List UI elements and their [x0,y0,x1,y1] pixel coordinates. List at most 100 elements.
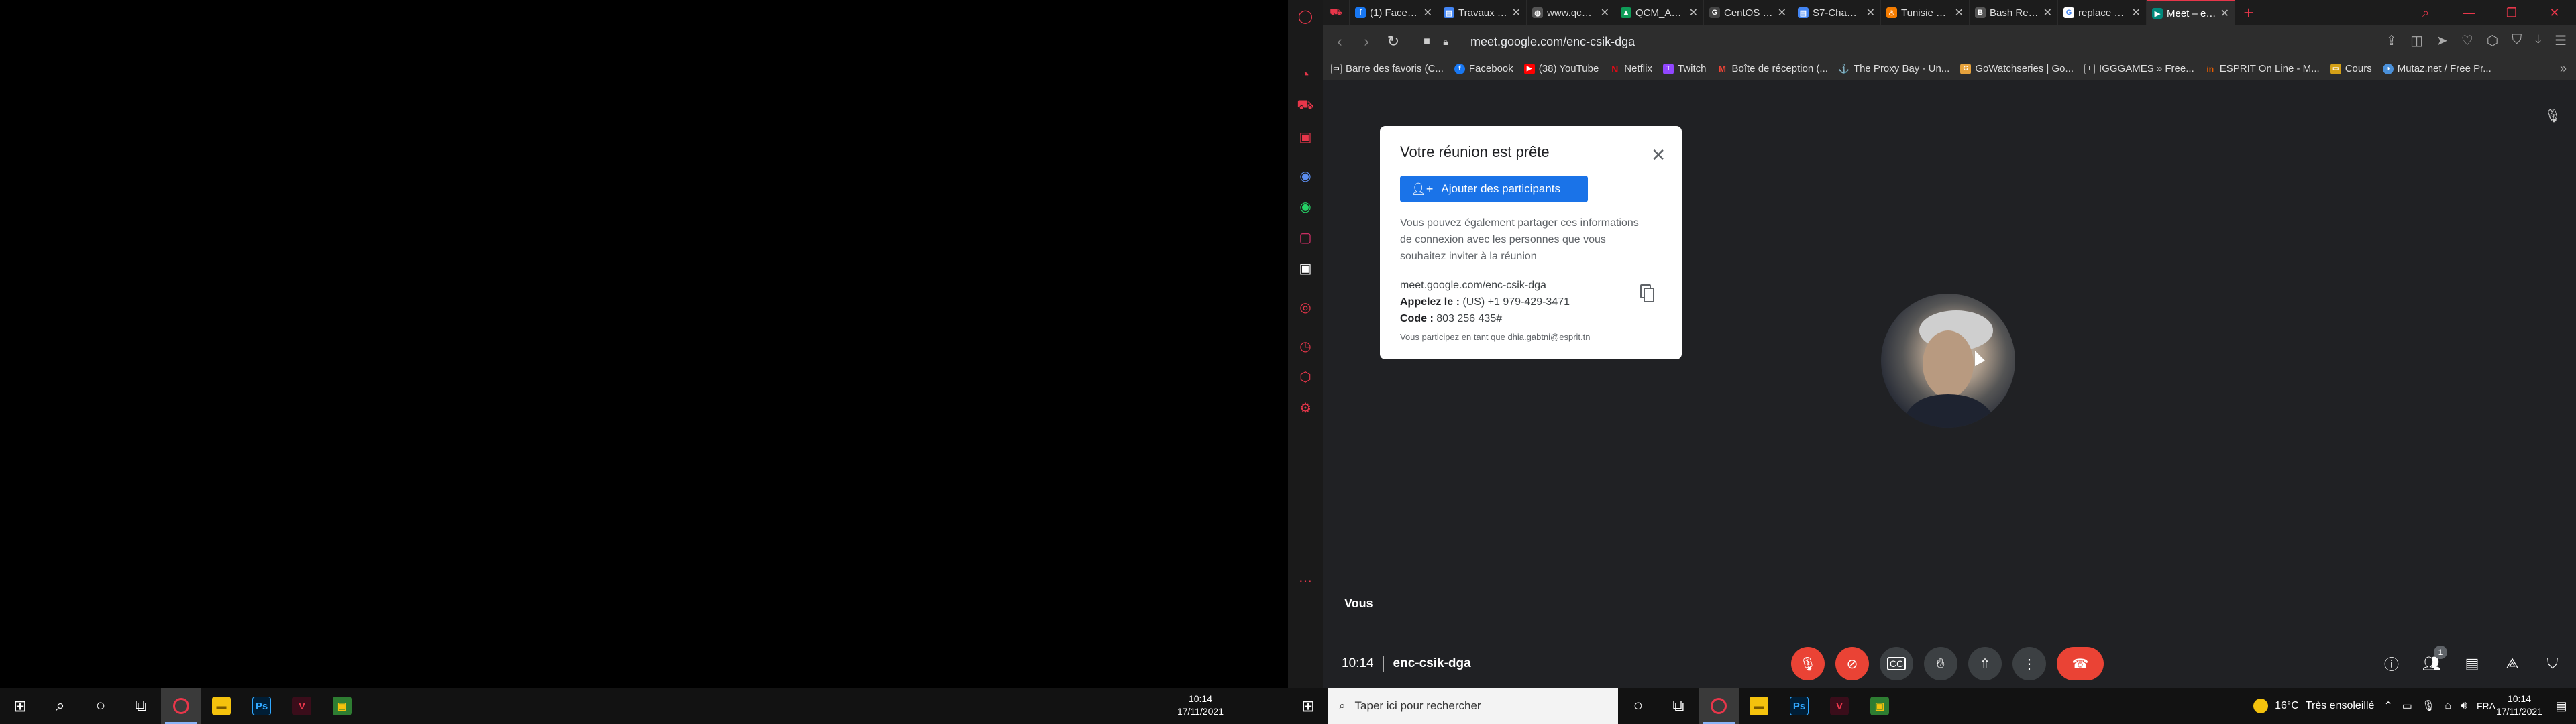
instagram-icon[interactable]: ▢ [1296,228,1315,247]
present-button[interactable]: ⇧ [1968,647,2002,680]
more-options-button[interactable]: ⋮ [2012,647,2046,680]
tab-7[interactable]: B Bash Replace ✕ [1970,0,2058,25]
left-clock[interactable]: 10:14 17/11/2021 [1177,692,1224,718]
copy-icon[interactable] [1640,284,1655,303]
cortana-icon[interactable]: ○ [1618,688,1658,724]
leave-call-button[interactable]: ☎ [2057,647,2104,680]
tab-2[interactable]: ◍ www.qcmqu ✕ [1527,0,1615,25]
chevron-up-icon[interactable]: ⌃ [2383,699,2392,713]
heart-icon[interactable]: ♡ [2461,32,2473,49]
bookmark-1[interactable]: f Facebook [1454,63,1513,74]
people-button[interactable]: 👥︎ 1 [2420,646,2447,675]
close-icon[interactable]: ✕ [1651,145,1666,166]
history-icon[interactable]: ◷ [1296,337,1315,355]
windows-start-icon[interactable]: ⊞ [1288,688,1328,724]
taskbar-app-photoshop[interactable]: Ps [1779,688,1819,724]
tab-8[interactable]: Greplace a stri ✕ [2058,0,2147,25]
close-icon[interactable]: ✕ [1955,6,1964,19]
reload-icon[interactable]: ↻ [1386,33,1401,50]
snapshot-icon[interactable]: ◫ [2410,32,2423,49]
add-participants-button[interactable]: 👤︎+ Ajouter des participants [1400,176,1588,202]
new-tab-button[interactable]: + [2235,0,2262,25]
bookmark-6[interactable]: ⚓ The Proxy Bay - Un... [1839,63,1949,74]
cortana-icon[interactable]: ○ [80,688,121,724]
taskbar-search-input[interactable]: ⌕ Taper ici pour rechercher [1328,688,1618,724]
close-icon[interactable]: ✕ [1601,6,1609,19]
notifications-icon[interactable]: ▤ [2546,688,2576,724]
tab-5[interactable]: ▤ S7-Chapitre ✕ [1792,0,1881,25]
meeting-link[interactable]: meet.google.com/enc-csik-dga [1400,277,1662,294]
discord-icon[interactable]: ▣ [1296,259,1315,278]
bookmark-4[interactable]: T Twitch [1662,63,1707,74]
tab-6[interactable]: ♨ Tunisie work ✕ [1881,0,1970,25]
bookmark-10[interactable]: ▭ Cours [2330,63,2372,74]
meeting-info-button[interactable]: ⓘ [2380,652,2403,675]
whatsapp-icon[interactable]: ◉ [1296,197,1315,216]
taskbar-app-photoshop[interactable]: Ps [241,688,282,724]
taskbar-app-notepad[interactable]: ▣ [1860,688,1900,724]
bookmark-7[interactable]: G GoWatchseries | Go... [1960,63,2074,74]
extensions-icon[interactable]: ⬡ [1296,367,1315,386]
raise-hand-button[interactable]: ✋︎ [1924,647,1957,680]
taskbar-app-notepad[interactable]: ▣ [322,688,362,724]
settings-gear-icon[interactable]: ⚙ [1296,398,1315,417]
bookmarks-overflow-icon[interactable]: » [2560,62,2567,76]
extension-cube-icon[interactable]: ⬡ [2487,32,2498,49]
back-icon[interactable]: ‹ [1332,33,1347,50]
battery-icon[interactable]: ▭ [2402,699,2412,713]
tab-1[interactable]: ▤ Travaux et de ✕ [1438,0,1527,25]
close-icon[interactable]: ✕ [1512,6,1521,19]
taskbar-app-opera[interactable] [161,688,201,724]
task-view-icon[interactable]: ⧉ [1658,688,1699,724]
tab-3[interactable]: ▲ QCM_ASSEI ✕ [1615,0,1704,25]
player-icon[interactable]: ◎ [1296,298,1315,316]
taskbar-app-vivado[interactable]: V [1819,688,1860,724]
task-view-icon[interactable]: ⧉ [121,688,161,724]
mic-off-button[interactable]: 🎙︎ [1791,647,1825,680]
tab-9-active[interactable]: ▶ Meet – enc-c ✕ [2147,0,2235,25]
speed-dial-icon[interactable]: ◔ [1296,66,1315,84]
bookmark-9[interactable]: in ESPRIT On Line - M... [2205,63,2319,74]
camera-off-button[interactable]: ⊘ [1835,647,1869,680]
send-icon[interactable]: ➤ [2436,32,2448,49]
language-indicator[interactable]: FRA [2477,701,2496,711]
taskbar-app-explorer[interactable]: ▬ [1739,688,1779,724]
url-field[interactable]: meet.google.com/enc-csik-dga [1470,35,1635,49]
weather-widget[interactable]: 16°C Très ensoleillé [2253,699,2374,713]
volume-icon[interactable]: 🔊︎ [2461,700,2467,712]
close-icon[interactable]: ✕ [1424,6,1432,19]
bookmark-11[interactable]: ◑ Mutaz.net / Free Pr... [2382,63,2491,74]
mic-icon[interactable]: 🎙︎ [2422,699,2435,713]
network-icon[interactable]: ⌂ [2445,700,2451,712]
download-icon[interactable]: ⤓ [2535,32,2541,49]
close-icon[interactable]: ✕ [1866,6,1875,19]
easy-setup-icon[interactable]: ☰ [2555,32,2567,49]
captions-button[interactable]: CC [1880,647,1913,680]
vpn-icon[interactable]: ⛉ [2512,32,2522,49]
bookmark-3[interactable]: N Netflix [1609,63,1652,74]
right-clock[interactable]: 10:14 17/11/2021 [2496,692,2542,718]
tab-workspaces[interactable]: ⛟ [1323,0,1350,25]
close-window-icon[interactable]: ✕ [2533,0,2576,25]
taskbar-app-explorer[interactable]: ▬ [201,688,241,724]
maximize-icon[interactable]: ❐ [2490,0,2533,25]
host-controls-button[interactable]: ⛉ [2541,652,2564,675]
bookmark-8[interactable]: I IGGGAMES » Free... [2084,63,2194,74]
windows-start-icon[interactable]: ⊞ [0,688,40,724]
close-icon[interactable]: ✕ [2132,6,2141,19]
tab-4[interactable]: G CentOS / RH ✕ [1704,0,1792,25]
bookmark-0[interactable]: ▭ Barre des favoris (C... [1331,63,1444,74]
lock-icon[interactable]: 🔒︎ [1438,36,1453,48]
close-icon[interactable]: ✕ [2043,6,2052,19]
close-icon[interactable]: ✕ [2220,7,2229,20]
bookmark-2[interactable]: ▶ (38) YouTube [1523,63,1599,74]
taskbar-app-vivado[interactable]: V [282,688,322,724]
opera-logo-icon[interactable]: ◯ [1296,7,1315,25]
twitch-icon[interactable]: ▣ [1296,127,1315,146]
taskbar-app-opera[interactable] [1699,688,1739,724]
my-flow-icon[interactable]: ⛟ [1296,97,1315,115]
tab-0[interactable]: f (1) Facebook ✕ [1350,0,1438,25]
activities-button[interactable]: ⟁ [2501,652,2524,675]
forward-icon[interactable]: › [1359,33,1374,50]
share-icon[interactable]: ⇪ [2385,32,2397,49]
